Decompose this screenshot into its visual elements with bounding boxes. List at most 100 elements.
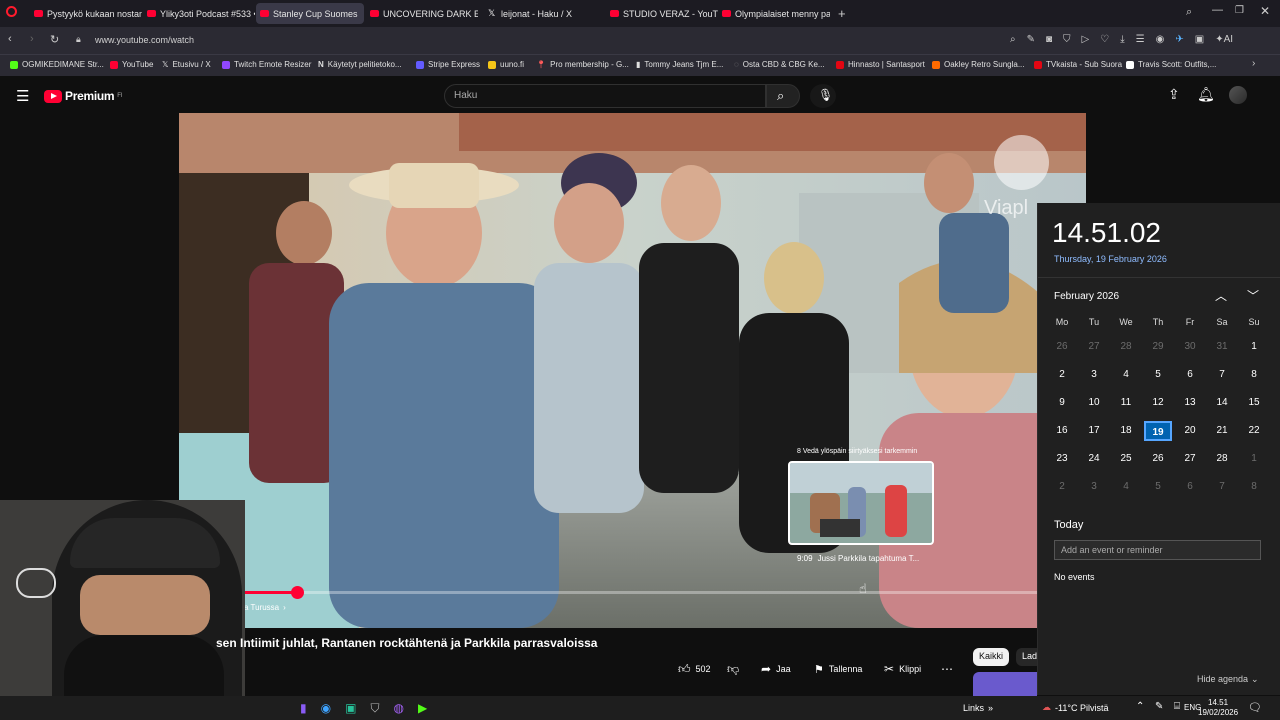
calendar-day[interactable]: 22: [1240, 421, 1268, 441]
search-icon[interactable]: ⌕: [1010, 34, 1016, 45]
calendar-day[interactable]: 26: [1144, 449, 1172, 469]
calendar-day[interactable]: 13: [1176, 393, 1204, 413]
calendar-day[interactable]: 28: [1208, 449, 1236, 469]
tab-3[interactable]: UNCOVERING DARK EPST: [366, 3, 478, 24]
url-field[interactable]: www.youtube.com/watch: [95, 35, 194, 45]
calendar-day[interactable]: 25: [1112, 449, 1140, 469]
calendar-day[interactable]: 30: [1176, 337, 1204, 357]
links-toolbar[interactable]: Links »: [963, 703, 993, 713]
bookmark-2[interactable]: 𝕏 Etusivu / X: [162, 60, 211, 69]
calendar-day[interactable]: 17: [1080, 421, 1108, 441]
calendar-day[interactable]: 1: [1240, 337, 1268, 357]
lock-icon[interactable]: 🔒︎: [76, 34, 81, 45]
edge-icon[interactable]: ◉: [321, 701, 331, 716]
save-button[interactable]: ⚑ Tallenna: [814, 659, 862, 679]
calendar-day[interactable]: 8: [1240, 477, 1268, 497]
bookmark-10[interactable]: Hinnasto | Santasport: [836, 60, 925, 69]
calendar-day[interactable]: 1: [1240, 449, 1268, 469]
calendar-day[interactable]: 5: [1144, 365, 1172, 385]
bookmark-11[interactable]: Oakley Retro Sungla...: [932, 60, 1024, 69]
extension-icon[interactable]: ✈: [1175, 34, 1183, 45]
chip-next[interactable]: Lad: [1016, 648, 1037, 666]
bookmark-7[interactable]: 📍︎ Pro membership - G...: [536, 60, 629, 69]
minimize-icon[interactable]: —: [1212, 4, 1223, 16]
tray-chevron-up-icon[interactable]: ⌃: [1136, 701, 1144, 712]
search-tabs-icon[interactable]: ⌕: [1186, 6, 1192, 19]
tab-0[interactable]: Pystyykö kukaan nostama: [30, 3, 142, 24]
clock-date-link[interactable]: Thursday, 19 February 2026: [1054, 254, 1167, 264]
calendar-day[interactable]: 27: [1080, 337, 1108, 357]
calendar-day[interactable]: 24: [1080, 449, 1108, 469]
youtube-premium-logo[interactable]: Premium FI: [44, 89, 123, 103]
bookmark-3[interactable]: Twitch Emote Resizer: [222, 60, 311, 69]
app-icon[interactable]: ◍: [393, 701, 403, 716]
search-input[interactable]: Haku: [444, 84, 766, 108]
maximize-icon[interactable]: ❐: [1235, 5, 1244, 16]
calendar-day[interactable]: 19: [1144, 421, 1172, 441]
progress-scrubber[interactable]: [290, 586, 304, 599]
shield-icon[interactable]: ⛉: [1063, 34, 1071, 45]
calendar-day[interactable]: 27: [1176, 449, 1204, 469]
calendar-day[interactable]: 4: [1112, 365, 1140, 385]
calendar-day[interactable]: 2: [1048, 365, 1076, 385]
calendar-day[interactable]: 29: [1144, 337, 1172, 357]
calendar-day[interactable]: 8: [1240, 365, 1268, 385]
avatar[interactable]: [1229, 86, 1247, 104]
tab-2-active[interactable]: Stanley Cup Suomes: [256, 3, 364, 24]
download-icon[interactable]: ⤓: [1120, 34, 1124, 45]
app-icon[interactable]: ▮: [300, 701, 307, 716]
calendar-day[interactable]: 5: [1144, 477, 1172, 497]
calendar-day[interactable]: 21: [1208, 421, 1236, 441]
new-tab-icon[interactable]: +: [838, 6, 846, 21]
notifications-icon[interactable]: 🗨︎: [1248, 701, 1262, 714]
menu-icon[interactable]: ☰: [1136, 34, 1145, 45]
more-actions-button[interactable]: ⋯: [941, 659, 953, 679]
add-event-input[interactable]: Add an event or reminder: [1054, 540, 1261, 560]
progress-bar[interactable]: [179, 586, 1086, 599]
search-button[interactable]: ⌕: [766, 84, 800, 108]
calendar-day[interactable]: 2: [1048, 477, 1076, 497]
edit-icon[interactable]: ✎: [1027, 34, 1035, 45]
calendar-day[interactable]: 4: [1112, 477, 1140, 497]
like-button[interactable]: 👍︎ 502: [678, 659, 711, 679]
calendar-day[interactable]: 26: [1048, 337, 1076, 357]
bookmark-1[interactable]: YouTube: [110, 60, 153, 69]
bookmarks-overflow-icon[interactable]: ›: [1252, 58, 1255, 69]
taskbar-clock[interactable]: 14.51 19/02/2026: [1198, 698, 1238, 718]
calendar-day[interactable]: 11: [1112, 393, 1140, 413]
play-app-icon[interactable]: ▶: [418, 701, 427, 716]
calendar-day[interactable]: 14: [1208, 393, 1236, 413]
calendar-month-label[interactable]: February 2026: [1054, 291, 1119, 302]
calendar-day[interactable]: 31: [1208, 337, 1236, 357]
chevron-down-icon[interactable]: ﹀: [1247, 287, 1259, 304]
bookmark-0[interactable]: OGMIKEDIMANE Str...: [10, 60, 104, 69]
chevron-up-icon[interactable]: ︿: [1215, 287, 1227, 304]
forward-icon[interactable]: ›: [30, 33, 34, 45]
network-icon[interactable]: ⌸: [1174, 701, 1180, 712]
voice-search-button[interactable]: 🎙︎: [810, 84, 836, 108]
bookmark-9[interactable]: ◌ Osta CBD & CBG Ke...: [734, 60, 825, 69]
tab-1[interactable]: Yliky3oti Podcast #533 • It: [143, 3, 255, 24]
share-button[interactable]: ➦ Jaa: [761, 659, 791, 679]
play-icon[interactable]: ▷: [1082, 34, 1090, 45]
calendar-day[interactable]: 15: [1240, 393, 1268, 413]
bookmark-12[interactable]: TVkaista - Sub Suora: [1034, 60, 1122, 69]
recommended-thumbnail[interactable]: [973, 672, 1037, 696]
weather-widget[interactable]: ☁ -11°C Pilvistä: [1042, 702, 1108, 713]
calendar-day[interactable]: 9: [1048, 393, 1076, 413]
cube-icon[interactable]: ▣: [1195, 34, 1204, 45]
bookmark-13[interactable]: Travis Scott: Outfits,...: [1126, 60, 1216, 69]
bookmark-8[interactable]: ▮ Tommy Jeans Tjm E...: [636, 60, 723, 69]
back-icon[interactable]: ‹: [8, 33, 12, 45]
calendar-day[interactable]: 3: [1080, 477, 1108, 497]
calendar-day[interactable]: 28: [1112, 337, 1140, 357]
notifications-bell-icon[interactable]: 🔔︎: [1197, 86, 1215, 103]
tab-6[interactable]: Olympialaiset menny pah: [718, 3, 830, 24]
calendar-day[interactable]: 18: [1112, 421, 1140, 441]
tab-5[interactable]: STUDIO VERAZ - YouTube: [606, 3, 718, 24]
hide-agenda-button[interactable]: Hide agenda ⌄: [1197, 674, 1259, 685]
shield-icon[interactable]: ⛉: [370, 701, 379, 716]
calendar-day[interactable]: 16: [1048, 421, 1076, 441]
camera-icon[interactable]: ◙: [1046, 34, 1052, 45]
dislike-button[interactable]: 👎︎: [727, 659, 739, 679]
